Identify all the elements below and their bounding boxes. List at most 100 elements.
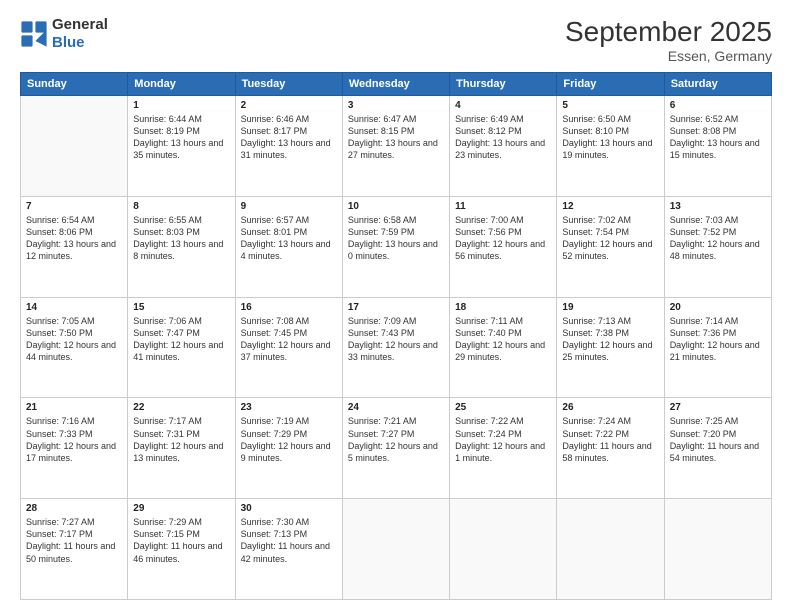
calendar-cell: 27 Sunrise: 7:25 AM Sunset: 7:20 PM Dayli…	[664, 398, 771, 499]
day-info: Sunrise: 6:54 AM Sunset: 8:06 PM Dayligh…	[26, 214, 122, 263]
day-number: 2	[241, 100, 337, 111]
day-number: 23	[241, 402, 337, 413]
day-number: 5	[562, 100, 658, 111]
day-info: Sunrise: 7:21 AM Sunset: 7:27 PM Dayligh…	[348, 415, 444, 464]
day-number: 30	[241, 503, 337, 514]
day-number: 27	[670, 402, 766, 413]
week-row: 21Sunrise: 7:16 AM Sunset: 7:33 PM Dayli…	[21, 398, 772, 499]
title-block: September 2025 Essen, Germany	[565, 16, 772, 64]
logo: General Blue	[20, 16, 108, 52]
day-info: Sunrise: 7:11 AM Sunset: 7:40 PM Dayligh…	[455, 315, 551, 364]
location: Essen, Germany	[565, 48, 772, 64]
calendar-cell: 14 Sunrise: 7:05 AM Sunset: 7:50 PM Dayli…	[21, 297, 128, 398]
calendar-cell: 29 Sunrise: 7:29 AM Sunset: 7:15 PM Dayli…	[128, 499, 235, 600]
day-number: 24	[348, 402, 444, 413]
day-info: Sunrise: 7:24 AM Sunset: 7:22 PM Dayligh…	[562, 415, 658, 464]
day-number: 14	[26, 302, 122, 313]
calendar-table: SundayMondayTuesdayWednesdayThursdayFrid…	[20, 72, 772, 600]
day-info: Sunrise: 6:49 AM Sunset: 8:12 PM Dayligh…	[455, 113, 551, 162]
day-info: Sunrise: 6:55 AM Sunset: 8:03 PM Dayligh…	[133, 214, 229, 263]
day-info: Sunrise: 7:16 AM Sunset: 7:33 PM Dayligh…	[26, 415, 122, 464]
calendar-cell: 15 Sunrise: 7:06 AM Sunset: 7:47 PM Dayli…	[128, 297, 235, 398]
day-info: Sunrise: 6:57 AM Sunset: 8:01 PM Dayligh…	[241, 214, 337, 263]
header-cell-thursday: Thursday	[450, 73, 557, 96]
calendar-cell: 7 Sunrise: 6:54 AM Sunset: 8:06 PM Daylig…	[21, 196, 128, 297]
calendar-cell	[21, 96, 128, 197]
calendar-cell: 18 Sunrise: 7:11 AM Sunset: 7:40 PM Dayli…	[450, 297, 557, 398]
day-number: 16	[241, 302, 337, 313]
day-number: 28	[26, 503, 122, 514]
logo-text: General Blue	[52, 16, 108, 52]
header-cell-monday: Monday	[128, 73, 235, 96]
calendar-cell: 2 Sunrise: 6:46 AM Sunset: 8:17 PM Daylig…	[235, 96, 342, 197]
day-number: 9	[241, 201, 337, 212]
calendar-cell: 24 Sunrise: 7:21 AM Sunset: 7:27 PM Dayli…	[342, 398, 449, 499]
calendar-cell: 17 Sunrise: 7:09 AM Sunset: 7:43 PM Dayli…	[342, 297, 449, 398]
calendar-cell: 10 Sunrise: 6:58 AM Sunset: 7:59 PM Dayli…	[342, 196, 449, 297]
calendar-cell: 4 Sunrise: 6:49 AM Sunset: 8:12 PM Daylig…	[450, 96, 557, 197]
day-number: 8	[133, 201, 229, 212]
day-info: Sunrise: 7:00 AM Sunset: 7:56 PM Dayligh…	[455, 214, 551, 263]
header-cell-tuesday: Tuesday	[235, 73, 342, 96]
calendar-cell: 16 Sunrise: 7:08 AM Sunset: 7:45 PM Dayli…	[235, 297, 342, 398]
day-number: 29	[133, 503, 229, 514]
day-info: Sunrise: 7:08 AM Sunset: 7:45 PM Dayligh…	[241, 315, 337, 364]
day-info: Sunrise: 7:02 AM Sunset: 7:54 PM Dayligh…	[562, 214, 658, 263]
day-number: 18	[455, 302, 551, 313]
calendar-body: 1 Sunrise: 6:44 AM Sunset: 8:19 PM Daylig…	[21, 96, 772, 600]
day-number: 26	[562, 402, 658, 413]
calendar-cell: 19Sunrise: 7:13 AM Sunset: 7:38 PM Dayli…	[557, 297, 664, 398]
calendar-cell: 30Sunrise: 7:30 AM Sunset: 7:13 PM Dayli…	[235, 499, 342, 600]
calendar-cell: 11Sunrise: 7:00 AM Sunset: 7:56 PM Dayli…	[450, 196, 557, 297]
week-row: 7 Sunrise: 6:54 AM Sunset: 8:06 PM Daylig…	[21, 196, 772, 297]
day-info: Sunrise: 6:46 AM Sunset: 8:17 PM Dayligh…	[241, 113, 337, 162]
header-cell-saturday: Saturday	[664, 73, 771, 96]
calendar-cell: 22Sunrise: 7:17 AM Sunset: 7:31 PM Dayli…	[128, 398, 235, 499]
logo-blue: Blue	[52, 34, 85, 51]
calendar-cell: 8 Sunrise: 6:55 AM Sunset: 8:03 PM Daylig…	[128, 196, 235, 297]
calendar-cell: 28 Sunrise: 7:27 AM Sunset: 7:17 PM Dayli…	[21, 499, 128, 600]
page: General Blue September 2025 Essen, Germa…	[0, 0, 792, 612]
header-cell-sunday: Sunday	[21, 73, 128, 96]
calendar-cell: 12 Sunrise: 7:02 AM Sunset: 7:54 PM Dayli…	[557, 196, 664, 297]
calendar-cell	[450, 499, 557, 600]
day-number: 13	[670, 201, 766, 212]
day-info: Sunrise: 6:44 AM Sunset: 8:19 PM Dayligh…	[133, 113, 229, 162]
day-number: 6	[670, 100, 766, 111]
calendar-cell: 20Sunrise: 7:14 AM Sunset: 7:36 PM Dayli…	[664, 297, 771, 398]
calendar-cell: 23 Sunrise: 7:19 AM Sunset: 7:29 PM Dayli…	[235, 398, 342, 499]
calendar-cell	[557, 499, 664, 600]
calendar-cell	[342, 499, 449, 600]
month-title: September 2025	[565, 16, 772, 48]
day-info: Sunrise: 7:25 AM Sunset: 7:20 PM Dayligh…	[670, 415, 766, 464]
day-info: Sunrise: 7:09 AM Sunset: 7:43 PM Dayligh…	[348, 315, 444, 364]
calendar-cell: 13Sunrise: 7:03 AM Sunset: 7:52 PM Dayli…	[664, 196, 771, 297]
day-number: 4	[455, 100, 551, 111]
day-number: 10	[348, 201, 444, 212]
day-number: 1	[133, 100, 229, 111]
logo-general: General	[52, 16, 108, 33]
week-row: 28 Sunrise: 7:27 AM Sunset: 7:17 PM Dayli…	[21, 499, 772, 600]
day-number: 20	[670, 302, 766, 313]
day-info: Sunrise: 6:58 AM Sunset: 7:59 PM Dayligh…	[348, 214, 444, 263]
header-cell-friday: Friday	[557, 73, 664, 96]
calendar-header: SundayMondayTuesdayWednesdayThursdayFrid…	[21, 73, 772, 96]
day-number: 15	[133, 302, 229, 313]
day-number: 17	[348, 302, 444, 313]
calendar-cell: 9 Sunrise: 6:57 AM Sunset: 8:01 PM Daylig…	[235, 196, 342, 297]
day-info: Sunrise: 7:27 AM Sunset: 7:17 PM Dayligh…	[26, 516, 122, 565]
calendar-cell: 6Sunrise: 6:52 AM Sunset: 8:08 PM Daylig…	[664, 96, 771, 197]
day-number: 22	[133, 402, 229, 413]
day-number: 25	[455, 402, 551, 413]
calendar-cell: 26 Sunrise: 7:24 AM Sunset: 7:22 PM Dayli…	[557, 398, 664, 499]
day-number: 19	[562, 302, 658, 313]
day-info: Sunrise: 7:05 AM Sunset: 7:50 PM Dayligh…	[26, 315, 122, 364]
day-number: 7	[26, 201, 122, 212]
day-info: Sunrise: 7:29 AM Sunset: 7:15 PM Dayligh…	[133, 516, 229, 565]
day-info: Sunrise: 7:06 AM Sunset: 7:47 PM Dayligh…	[133, 315, 229, 364]
calendar-cell: 3Sunrise: 6:47 AM Sunset: 8:15 PM Daylig…	[342, 96, 449, 197]
day-info: Sunrise: 7:19 AM Sunset: 7:29 PM Dayligh…	[241, 415, 337, 464]
week-row: 1 Sunrise: 6:44 AM Sunset: 8:19 PM Daylig…	[21, 96, 772, 197]
day-number: 12	[562, 201, 658, 212]
header-row: SundayMondayTuesdayWednesdayThursdayFrid…	[21, 73, 772, 96]
